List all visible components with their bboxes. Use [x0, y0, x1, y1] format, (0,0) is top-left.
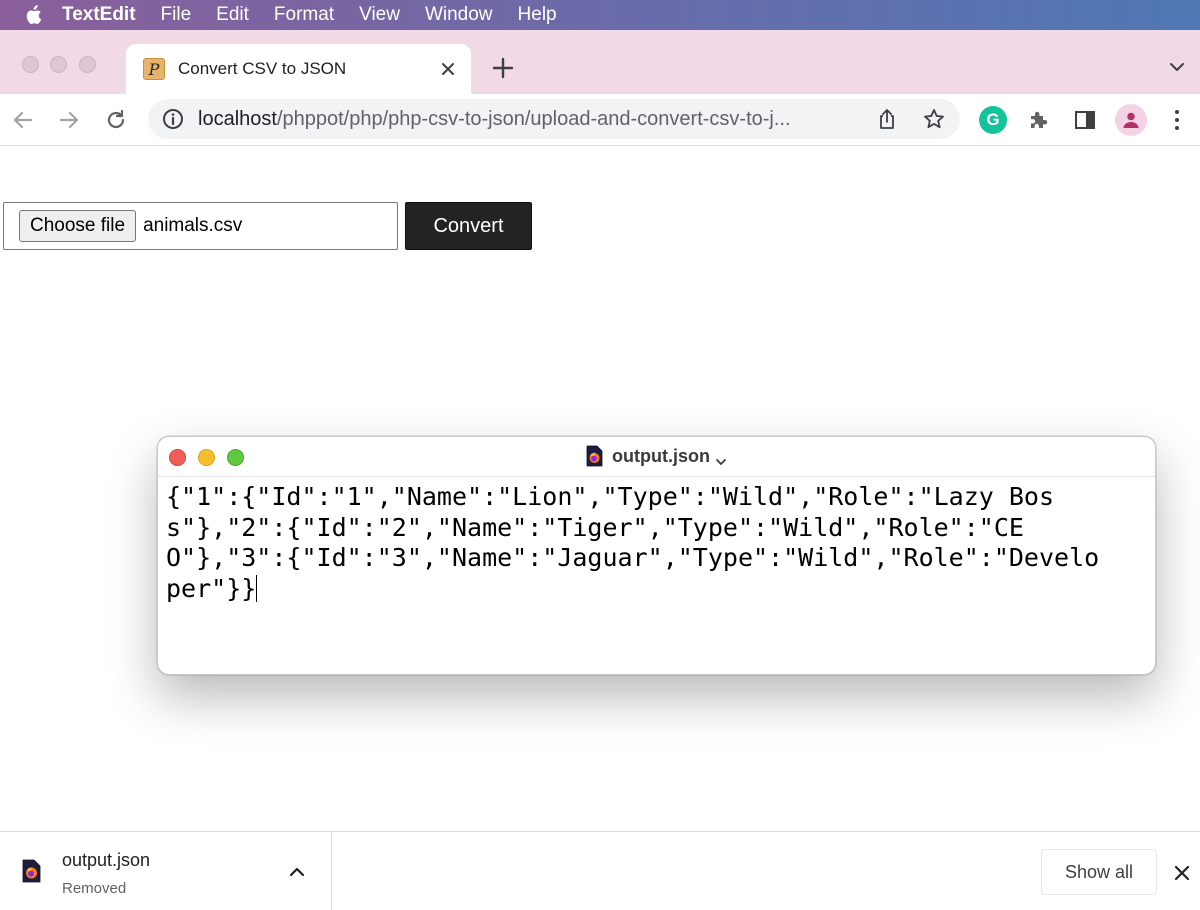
- new-tab-plus-icon[interactable]: [491, 56, 515, 80]
- tab-search-chevron-icon[interactable]: [1168, 60, 1186, 74]
- side-panel-icon[interactable]: [1071, 106, 1099, 134]
- download-file-icon: [22, 859, 41, 883]
- textedit-window: output.json {"1":{"Id":"1","Name":"Lion"…: [157, 436, 1156, 675]
- chrome-menu-kebab-icon[interactable]: [1163, 106, 1191, 134]
- url-text[interactable]: localhost/phppot/php/php-csv-to-json/upl…: [198, 108, 860, 131]
- tab-convert-csv-to-json[interactable]: P Convert CSV to JSON: [126, 44, 471, 94]
- back-arrow-icon[interactable]: [10, 107, 36, 133]
- menu-window[interactable]: Window: [425, 4, 493, 26]
- forward-arrow-icon[interactable]: [56, 107, 82, 133]
- browser-toolbar: localhost/phppot/php/php-csv-to-json/upl…: [0, 94, 1200, 146]
- address-bar[interactable]: localhost/phppot/php/php-csv-to-json/upl…: [148, 99, 960, 139]
- grammarly-extension-icon[interactable]: G: [979, 106, 1007, 134]
- document-name: output.json: [612, 446, 710, 467]
- site-favicon-icon: P: [143, 58, 165, 80]
- textedit-title[interactable]: output.json: [158, 445, 1155, 467]
- site-info-icon[interactable]: [162, 108, 184, 130]
- window-minimize-button[interactable]: [50, 56, 67, 73]
- title-chevron-down-icon[interactable]: [715, 451, 727, 461]
- file-upload-input[interactable]: Choose file animals.csv: [3, 202, 398, 250]
- apple-menu-icon[interactable]: [24, 5, 42, 25]
- macos-menu-bar: TextEdit File Edit Format View Window He…: [0, 0, 1200, 30]
- textedit-document-body[interactable]: {"1":{"Id":"1","Name":"Lion","Type":"Wil…: [158, 477, 1118, 604]
- menu-format[interactable]: Format: [274, 4, 334, 26]
- textedit-title-bar[interactable]: output.json: [158, 437, 1155, 477]
- window-close-button[interactable]: [22, 56, 39, 73]
- menu-view[interactable]: View: [359, 4, 400, 26]
- menu-edit[interactable]: Edit: [216, 4, 249, 26]
- close-tab-icon[interactable]: [438, 59, 458, 79]
- menu-file[interactable]: File: [161, 4, 192, 26]
- extensions-puzzle-icon[interactable]: [1025, 106, 1053, 134]
- firefox-document-icon: [586, 445, 603, 467]
- url-path: /phppot/php/php-csv-to-json/upload-and-c…: [277, 108, 791, 130]
- url-host: localhost: [198, 108, 277, 130]
- browser-tab-strip: P Convert CSV to JSON: [0, 30, 1200, 94]
- menu-help[interactable]: Help: [518, 4, 557, 26]
- menu-app-name[interactable]: TextEdit: [62, 4, 136, 26]
- json-output-text: {"1":{"Id":"1","Name":"Lion","Type":"Wil…: [166, 482, 1099, 603]
- download-menu-chevron-up-icon[interactable]: [287, 864, 307, 880]
- profile-avatar-icon[interactable]: [1115, 104, 1147, 136]
- reload-icon[interactable]: [103, 107, 129, 133]
- download-shelf: output.json Removed Show all: [0, 831, 1200, 910]
- window-zoom-button[interactable]: [79, 56, 96, 73]
- download-status: Removed: [62, 880, 126, 897]
- share-icon[interactable]: [876, 108, 898, 130]
- convert-button[interactable]: Convert: [405, 202, 532, 250]
- bookmark-star-icon[interactable]: [922, 107, 946, 131]
- selected-file-name: animals.csv: [143, 215, 242, 237]
- text-caret: [256, 575, 257, 602]
- choose-file-button[interactable]: Choose file: [19, 210, 136, 242]
- tab-title: Convert CSV to JSON: [178, 59, 438, 79]
- download-file-name: output.json: [62, 850, 150, 871]
- show-all-downloads-button[interactable]: Show all: [1041, 849, 1157, 895]
- download-item[interactable]: output.json Removed: [0, 832, 332, 910]
- close-download-shelf-icon[interactable]: [1172, 863, 1192, 883]
